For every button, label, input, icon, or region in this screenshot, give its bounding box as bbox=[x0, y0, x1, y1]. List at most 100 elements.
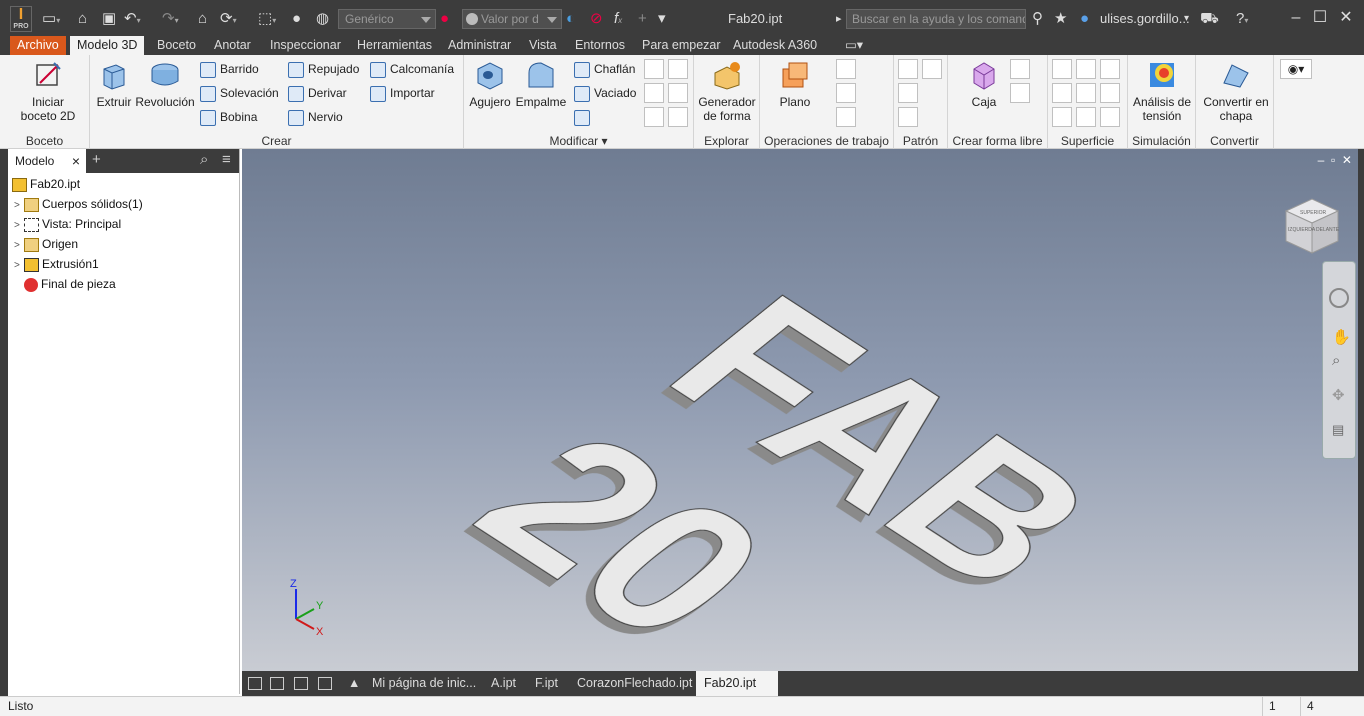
delete-surface-icon[interactable] bbox=[1076, 83, 1096, 103]
tab-herramientas[interactable]: Herramientas bbox=[350, 36, 439, 55]
emboss-button[interactable]: Repujado bbox=[288, 59, 359, 79]
minimize-button[interactable]: – bbox=[1284, 6, 1308, 30]
expand-arrow-icon[interactable]: > bbox=[14, 256, 24, 276]
close-button[interactable]: ✕ bbox=[1334, 6, 1358, 30]
open-file-icon[interactable]: ⌂ bbox=[78, 9, 87, 29]
mirror-icon[interactable] bbox=[922, 59, 942, 79]
home-icon[interactable]: ⌂ bbox=[198, 9, 207, 29]
trim-icon[interactable] bbox=[1052, 83, 1072, 103]
tree-root[interactable]: Fab20.ipt bbox=[12, 174, 80, 194]
plane-button[interactable]: Plano bbox=[774, 59, 816, 109]
material-dropdown[interactable]: Genérico bbox=[338, 9, 436, 29]
tree-solid-bodies[interactable]: > Cuerpos sólidos(1) bbox=[14, 194, 143, 214]
tab-modelo-3d[interactable]: Modelo 3D bbox=[70, 36, 145, 55]
tab-administrar[interactable]: Administrar bbox=[441, 36, 518, 55]
update-icon[interactable]: ⟳▾ bbox=[220, 9, 237, 29]
adjust-icon[interactable]: ◐ bbox=[566, 9, 575, 29]
hole-button[interactable]: Agujero bbox=[468, 59, 512, 109]
sweep-button[interactable]: Barrido bbox=[200, 59, 259, 79]
user-name[interactable]: ulises.gordillo... bbox=[1100, 11, 1190, 26]
loft-button[interactable]: Solevación bbox=[200, 83, 279, 103]
ruled-icon[interactable] bbox=[1076, 107, 1096, 127]
app-logo[interactable]: I PRO bbox=[10, 6, 32, 32]
repair-icon[interactable] bbox=[1052, 107, 1072, 127]
combine-icon[interactable] bbox=[668, 59, 688, 79]
user-menu-icon[interactable]: ▾ bbox=[1184, 9, 1189, 29]
freeform-convert-icon[interactable] bbox=[1010, 83, 1030, 103]
thicken-icon[interactable] bbox=[644, 83, 664, 103]
browser-tab-modelo[interactable]: Modelo × bbox=[8, 149, 86, 173]
doc-tab[interactable]: A.ipt bbox=[483, 671, 524, 696]
expand-arrow-icon[interactable]: > bbox=[14, 196, 24, 216]
orbit-icon[interactable]: ✥ bbox=[1332, 386, 1345, 404]
doc-tab[interactable]: F.ipt bbox=[527, 671, 566, 696]
cart-icon[interactable]: ⛟ bbox=[1200, 9, 1219, 29]
doc-tab-active[interactable]: Fab20.ipt ✕ bbox=[696, 671, 778, 715]
search-arrow-icon[interactable]: ▸ bbox=[836, 9, 842, 29]
ucs-icon[interactable] bbox=[836, 107, 856, 127]
chamfer-button[interactable]: Chaflán bbox=[574, 59, 635, 79]
import-button[interactable]: Importar bbox=[370, 83, 435, 103]
tree-origin[interactable]: > Origen bbox=[14, 234, 78, 254]
help-icon[interactable]: ?▾ bbox=[1236, 9, 1248, 29]
freeform-edit-icon[interactable] bbox=[1010, 59, 1030, 79]
shell-button[interactable]: Vaciado bbox=[574, 83, 636, 103]
circular-pattern-icon[interactable] bbox=[898, 83, 918, 103]
replace-face-icon[interactable] bbox=[668, 83, 688, 103]
doc-tab[interactable]: CorazonFlechado.ipt bbox=[569, 671, 700, 696]
pan-icon[interactable]: ✋ bbox=[1332, 328, 1351, 346]
tab-anotar[interactable]: Anotar bbox=[207, 36, 258, 55]
appearance-icon[interactable]: ● bbox=[440, 9, 449, 29]
stress-analysis-button[interactable]: Análisis de tensión bbox=[1130, 59, 1194, 123]
view-cube[interactable]: SUPERIOR IZQUIERDA DELANTE bbox=[1284, 198, 1340, 254]
axis-icon[interactable] bbox=[836, 59, 856, 79]
tab-boceto[interactable]: Boceto bbox=[150, 36, 203, 55]
look-at-icon[interactable]: ▤ bbox=[1332, 422, 1344, 438]
tab-vista[interactable]: Vista bbox=[522, 36, 564, 55]
properties-icon[interactable]: ● bbox=[292, 9, 301, 29]
tab-inspeccionar[interactable]: Inspeccionar bbox=[263, 36, 348, 55]
point-icon[interactable] bbox=[836, 83, 856, 103]
delete-face-icon[interactable] bbox=[668, 107, 688, 127]
patch-icon[interactable] bbox=[1076, 59, 1096, 79]
customize-icon[interactable]: ▾ bbox=[658, 9, 666, 29]
expand-arrow-icon[interactable]: > bbox=[14, 236, 24, 256]
revolve-button[interactable]: Revolución bbox=[134, 59, 196, 109]
appearance-dropdown[interactable]: Valor por d bbox=[462, 9, 562, 29]
select-icon[interactable]: ⬚▾ bbox=[258, 9, 276, 29]
tab-archivo[interactable]: Archivo bbox=[10, 36, 66, 55]
expand-arrow-icon[interactable]: > bbox=[14, 216, 24, 236]
sketch-pattern-icon[interactable] bbox=[898, 107, 918, 127]
extend-icon[interactable] bbox=[1100, 83, 1120, 103]
help-search-input[interactable]: Buscar en la ayuda y los comandos bbox=[846, 9, 1026, 29]
start-sketch-button[interactable]: Iniciar boceto 2D bbox=[14, 59, 82, 123]
zoom-icon[interactable]: ⌕ bbox=[1332, 352, 1340, 369]
coil-button[interactable]: Bobina bbox=[200, 107, 257, 127]
add-tab-icon[interactable]: + bbox=[92, 151, 101, 168]
binoculars-icon[interactable]: ⚲ bbox=[1032, 9, 1043, 29]
close-tab-icon[interactable]: × bbox=[72, 149, 80, 173]
horizontal-tile-icon[interactable] bbox=[294, 677, 308, 690]
rib-button[interactable]: Nervio bbox=[288, 107, 343, 127]
box-button[interactable]: Caja bbox=[962, 59, 1006, 109]
stitch-icon[interactable] bbox=[1052, 59, 1072, 79]
search-icon[interactable]: ⌕ bbox=[200, 151, 208, 168]
derive-button[interactable]: Derivar bbox=[288, 83, 347, 103]
tab-entornos[interactable]: Entornos bbox=[568, 36, 632, 55]
tile-icon[interactable] bbox=[270, 677, 284, 690]
doc-tab[interactable]: Mi página de inic... bbox=[364, 671, 484, 696]
decal-button[interactable]: Calcomanía bbox=[370, 59, 454, 79]
vertical-tile-icon[interactable] bbox=[318, 677, 332, 690]
new-file-icon[interactable]: ▭▾ bbox=[42, 9, 60, 29]
undo-icon[interactable]: ↶▾ bbox=[124, 9, 141, 29]
maximize-button[interactable]: ☐ bbox=[1308, 6, 1332, 30]
globe-icon[interactable]: ◍ bbox=[316, 9, 329, 29]
redo-icon[interactable]: ↷▾ bbox=[162, 9, 179, 29]
tab-para-empezar[interactable]: Para empezar bbox=[635, 36, 728, 55]
clear-appearance-icon[interactable]: ⊘ bbox=[590, 9, 603, 29]
star-icon[interactable]: ★ bbox=[1054, 9, 1067, 29]
tree-view[interactable]: > Vista: Principal bbox=[14, 214, 121, 234]
steering-wheel-icon[interactable] bbox=[1329, 288, 1349, 308]
sculpt-icon[interactable] bbox=[1100, 59, 1120, 79]
direct-edit-icon[interactable] bbox=[644, 107, 664, 127]
